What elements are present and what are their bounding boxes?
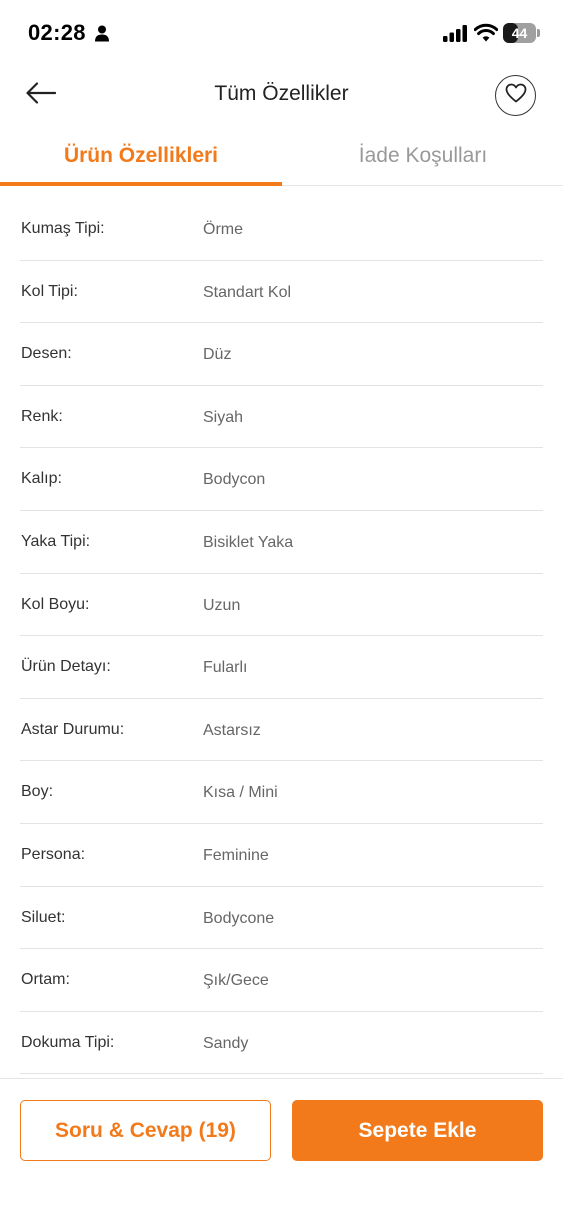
status-time: 02:28 <box>28 20 86 45</box>
property-label: Siluet: <box>21 908 66 926</box>
property-value: Bodycone <box>203 909 275 927</box>
property-row: Ortam: Şık/Gece <box>20 949 543 1012</box>
property-value: Standart Kol <box>203 283 292 301</box>
property-label: Boy: <box>21 783 54 801</box>
property-label: Dokuma Tipi: <box>21 1033 115 1051</box>
property-label: Renk: <box>21 407 63 425</box>
property-value: Örme <box>203 221 243 238</box>
product-features-page: 02:28 44 Tüm Özellikler Ürün Özellikleri… <box>0 0 563 1218</box>
property-value: Düz <box>203 346 232 364</box>
property-label: Persona: <box>21 845 86 863</box>
property-label: Desen: <box>21 345 72 363</box>
property-value: Astarsız <box>203 721 261 739</box>
header: Tüm Özellikler <box>0 66 563 126</box>
property-value: Feminine <box>203 846 269 864</box>
property-row: Kol Tipi: Standart Kol <box>20 261 543 324</box>
property-value: Şık/Gece <box>203 972 269 990</box>
status-bar: 02:28 44 <box>0 0 563 66</box>
page-title: Tüm Özellikler <box>214 82 349 105</box>
property-row: Yaka Tipi: Bisiklet Yaka <box>20 511 543 574</box>
property-value: Sandy <box>203 1034 249 1052</box>
properties-list: Kumaş Tipi: Örme Kol Tipi: Standart Kol … <box>20 198 543 1075</box>
property-value: Siyah <box>203 408 244 426</box>
property-label: Ortam: <box>21 971 70 989</box>
property-value: Kısa / Mini <box>203 784 278 802</box>
property-label: Kalıp: <box>21 470 62 488</box>
property-label: Astar Durumu: <box>21 720 125 738</box>
property-value: Bodycon <box>203 471 266 489</box>
active-tab-indicator <box>0 182 282 186</box>
property-value: Fularlı <box>203 659 248 677</box>
property-row: Desen: Düz <box>20 323 543 386</box>
property-row: Kol Boyu: Uzun <box>20 574 543 637</box>
property-row: Siluet: Bodycone <box>20 887 543 950</box>
property-row: Astar Durumu: Astarsız <box>20 699 543 762</box>
wifi-icon <box>473 23 499 47</box>
tab-product-features[interactable]: Ürün Özellikleri <box>0 126 282 186</box>
battery-icon: 44 <box>503 23 540 43</box>
person-icon <box>94 25 110 47</box>
property-value: Uzun <box>203 596 241 614</box>
property-label: Kumaş Tipi: <box>21 220 105 237</box>
property-value: Bisiklet Yaka <box>203 533 294 551</box>
property-row: Boy: Kısa / Mini <box>20 761 543 824</box>
tab-bar: Ürün Özellikleri İade Koşulları <box>0 126 563 186</box>
property-label: Kol Boyu: <box>21 595 90 613</box>
property-row: Ürün Detayı: Fularlı <box>20 636 543 699</box>
property-row: Renk: Siyah <box>20 386 543 449</box>
property-label: Kol Tipi: <box>21 282 78 300</box>
property-row: Persona: Feminine <box>20 824 543 887</box>
property-label: Ürün Detayı: <box>21 658 111 676</box>
property-row: Kalıp: Bodycon <box>20 448 543 511</box>
bottom-action-bar: Soru & Cevap (19) Sepete Ekle <box>0 1078 563 1218</box>
property-label: Yaka Tipi: <box>21 532 91 550</box>
favorite-button[interactable] <box>495 75 536 116</box>
heart-icon <box>505 83 527 108</box>
add-to-cart-button[interactable]: Sepete Ekle <box>292 1100 543 1161</box>
property-row: Dokuma Tipi: Sandy <box>20 1012 543 1075</box>
questions-answers-button[interactable]: Soru & Cevap (19) <box>20 1100 271 1161</box>
property-row: Kumaş Tipi: Örme <box>20 198 543 261</box>
signal-icon <box>443 25 468 47</box>
battery-percentage: 44 <box>511 25 528 41</box>
tab-return-conditions[interactable]: İade Koşulları <box>282 126 563 186</box>
